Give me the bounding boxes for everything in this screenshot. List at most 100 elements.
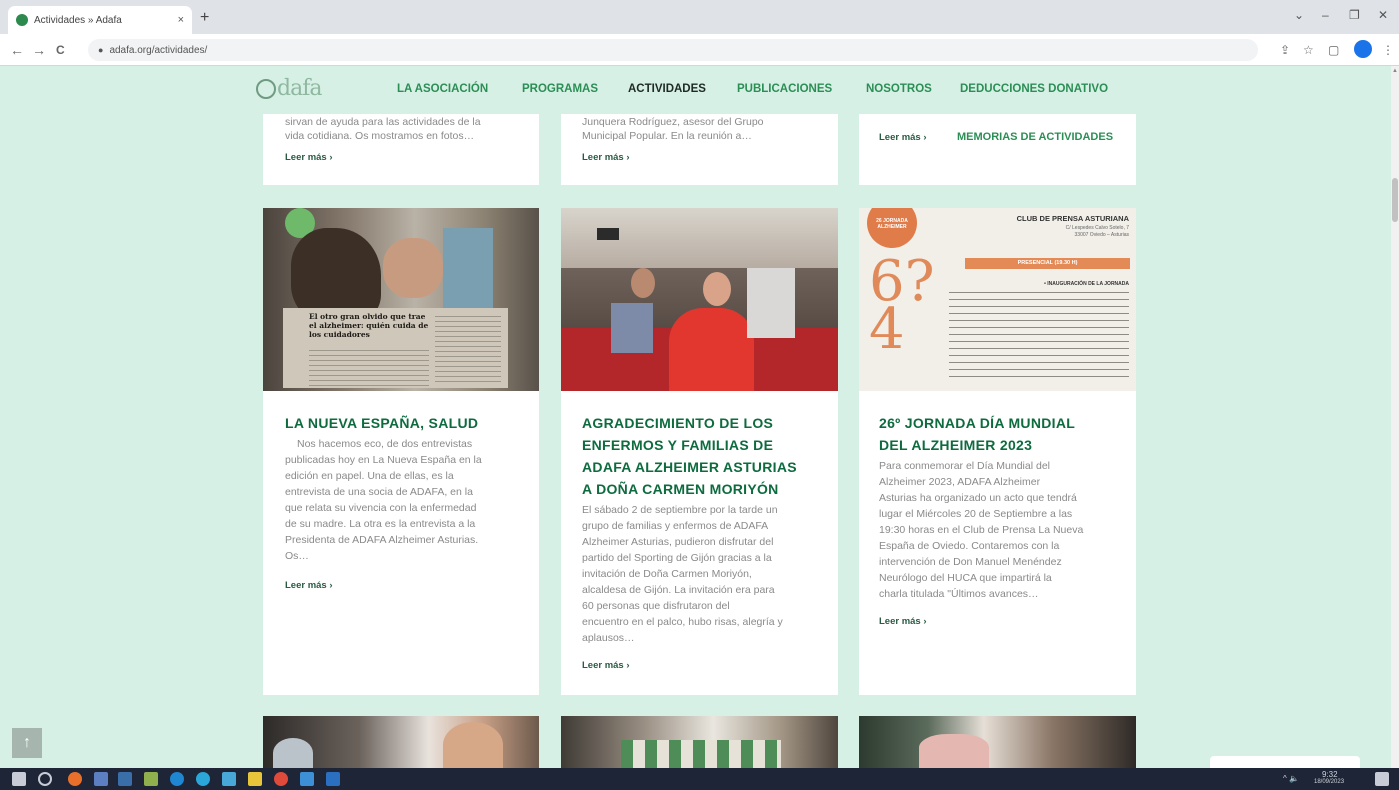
submenu-memorias-de-actividades[interactable]: MEMORIAS DE ACTIVIDADES xyxy=(957,131,1113,143)
share-icon[interactable]: ⇪ xyxy=(1280,43,1290,57)
excerpt-line: Presidenta de ADAFA Alzheimer Asturias. xyxy=(285,534,479,546)
maximize-button[interactable]: ❐ xyxy=(1349,8,1360,22)
internet-explorer-icon[interactable] xyxy=(170,772,184,786)
card-image-newspaper[interactable]: El otro gran olvido que trae el alzheime… xyxy=(263,208,539,391)
favicon-icon xyxy=(16,14,28,26)
card-top-1: sirvan de ayuda para las actividades de … xyxy=(263,114,539,185)
reload-button[interactable]: C xyxy=(56,43,65,57)
read-more-link[interactable]: Leer más › xyxy=(582,660,630,671)
card-agradecimiento: AGRADECIMIENTO DE LOS ENFERMOS Y FAMILIA… xyxy=(561,208,838,695)
tab-search-icon[interactable]: ⌄ xyxy=(1294,8,1304,22)
site-logo[interactable]: dafa xyxy=(256,76,322,101)
card-title-line[interactable]: A DOÑA CARMEN MORIYÓN xyxy=(582,478,797,500)
nav-nosotros[interactable]: NOSOTROS xyxy=(866,83,932,95)
excerpt-line: Asturias ha organizado un acto que tendr… xyxy=(879,492,1077,504)
read-more-link[interactable]: Leer más › xyxy=(582,152,630,163)
system-tray-icons[interactable]: ^ 🔈 xyxy=(1283,774,1299,783)
card-excerpt: Nos hacemos eco, de dos entrevistas publ… xyxy=(285,436,525,564)
card-image-bottom-2[interactable] xyxy=(561,716,838,768)
clock-time[interactable]: 9:32 xyxy=(1322,770,1338,779)
excerpt-line: invitación de Doña Carmen Moriyón, xyxy=(582,568,752,580)
nav-publicaciones[interactable]: PUBLICACIONES xyxy=(737,83,832,95)
read-more-link[interactable]: Leer más › xyxy=(285,580,333,591)
poster-section: • INAUGURACIÓN DE LA JORNADA xyxy=(1044,281,1129,287)
poster-venue: CLUB DE PRENSA ASTURIANA xyxy=(1016,214,1129,223)
close-window-button[interactable]: ✕ xyxy=(1378,8,1388,22)
card-26-jornada: 26 JORNADA ALZHEIMER 6? 4 CLUB DE PRENSA … xyxy=(859,208,1136,695)
poster-address-1: C/ Lespedes Calvo Sotelo, 7 xyxy=(1065,225,1129,231)
card-title-line[interactable]: ENFERMOS Y FAMILIAS DE xyxy=(582,434,797,456)
edge-icon[interactable] xyxy=(196,772,210,786)
excerpt-line: edición en papel. Una de ellas, es la xyxy=(285,470,454,482)
firefox-icon[interactable] xyxy=(68,772,82,786)
card-image-bottom-1[interactable] xyxy=(263,716,539,768)
nav-actividades[interactable]: ACTIVIDADES xyxy=(628,83,706,95)
excerpt-line: encuentro en el palco, hubo risas, alegr… xyxy=(582,616,783,628)
excerpt-line: El sábado 2 de septiembre por la tarde u… xyxy=(582,504,778,516)
card-excerpt: Para conmemorar el Día Mundial del Alzhe… xyxy=(879,458,1124,602)
new-tab-button[interactable]: + xyxy=(200,9,209,27)
poster-badge: 26 JORNADA ALZHEIMER xyxy=(867,208,917,248)
excerpt-line: intervención de Don Manuel Menéndez xyxy=(879,556,1062,568)
tab-title: Actividades » Adafa xyxy=(34,14,122,26)
excerpt-line: España de Oviedo. Contaremos con la xyxy=(879,540,1060,552)
card-title-line[interactable]: AGRADECIMIENTO DE LOS xyxy=(582,412,797,434)
excerpt-line: entrevista de una socia de ADAFA, en la xyxy=(285,486,473,498)
read-more-link[interactable]: Leer más › xyxy=(285,152,333,163)
newspaper-headline: El otro gran olvido que trae el alzheime… xyxy=(309,312,429,339)
excerpt-line: lugar el Miércoles 20 de Septiembre a la… xyxy=(879,508,1073,520)
back-button[interactable]: ← xyxy=(10,42,24,58)
excerpt-line: aplausos… xyxy=(582,632,635,644)
bookmark-star-icon[interactable]: ☆ xyxy=(1303,43,1314,57)
lock-icon: ● xyxy=(98,45,104,55)
tab-close-icon[interactable]: × xyxy=(178,14,184,26)
card-excerpt: El sábado 2 de septiembre por la tarde u… xyxy=(582,502,827,646)
app-icon[interactable] xyxy=(300,772,314,786)
excerpt-line: grupo de familias y enfermos de ADAFA xyxy=(582,520,769,532)
card-excerpt-line: Municipal Popular. En la reunión a… xyxy=(582,130,752,142)
clock-date[interactable]: 18/09/2023 xyxy=(1314,779,1344,785)
forward-button[interactable]: → xyxy=(32,42,46,58)
back-to-top-button[interactable]: ↑ xyxy=(12,728,42,758)
task-view-icon[interactable] xyxy=(94,772,108,786)
minimize-button[interactable]: – xyxy=(1322,8,1329,22)
card-image-bottom-3[interactable] xyxy=(859,716,1136,768)
notification-center-icon[interactable] xyxy=(1375,772,1389,786)
poster-band: PRESENCIAL (19.30 H) xyxy=(965,258,1130,269)
browser-menu-icon[interactable]: ⋮ xyxy=(1382,43,1394,57)
file-explorer-icon[interactable] xyxy=(144,772,158,786)
excerpt-line: Alzheimer 2023, ADAFA Alzheimer xyxy=(879,476,1041,488)
excerpt-line: de su madre. La otra es la entrevista a … xyxy=(285,518,476,530)
scrollbar-thumb[interactable] xyxy=(1392,178,1398,222)
windows-taskbar: ^ 🔈 9:32 18/09/2023 xyxy=(0,768,1399,790)
excerpt-line: Neurólogo del HUCA que impartirá la xyxy=(879,572,1052,584)
card-title-line[interactable]: DEL ALZHEIMER 2023 xyxy=(879,434,1075,456)
card-title-line[interactable]: ADAFA ALZHEIMER ASTURIAS xyxy=(582,456,797,478)
card-title[interactable]: LA NUEVA ESPAÑA, SALUD xyxy=(285,412,478,434)
browser-tab[interactable]: Actividades » Adafa × xyxy=(8,6,192,34)
excerpt-line: alcaldesa de Gijón. La invitación era pa… xyxy=(582,584,775,596)
search-icon[interactable] xyxy=(38,772,52,786)
logo-text: dafa xyxy=(277,76,322,101)
notes-icon[interactable] xyxy=(248,772,262,786)
nav-programas[interactable]: PROGRAMAS xyxy=(522,83,598,95)
scroll-up-arrow-icon[interactable]: ▲ xyxy=(1392,68,1398,74)
nav-deducciones-donativo[interactable]: DEDUCCIONES DONATIVO xyxy=(960,83,1108,95)
profile-avatar[interactable] xyxy=(1354,40,1372,58)
store-icon[interactable] xyxy=(222,772,236,786)
nav-la-asociacion[interactable]: LA ASOCIACIÓN xyxy=(397,83,488,95)
app-icon[interactable] xyxy=(118,772,132,786)
excerpt-line: que relata su vivencia con la enfermedad xyxy=(285,502,477,514)
read-more-link[interactable]: Leer más › xyxy=(879,616,927,627)
card-top-3: Leer más › xyxy=(859,114,1136,185)
chrome-icon[interactable] xyxy=(274,772,288,786)
read-more-link[interactable]: Leer más › xyxy=(879,132,927,143)
card-title-line[interactable]: 26º JORNADA DÍA MUNDIAL xyxy=(879,412,1075,434)
card-image-stadium-group[interactable] xyxy=(561,208,838,391)
side-panel-icon[interactable]: ▢ xyxy=(1328,43,1339,57)
page-scrollbar[interactable] xyxy=(1391,66,1399,768)
windows-start-icon[interactable] xyxy=(12,772,26,786)
word-icon[interactable] xyxy=(326,772,340,786)
address-bar[interactable]: ● adafa.org/actividades/ xyxy=(88,39,1258,61)
card-image-event-poster[interactable]: 26 JORNADA ALZHEIMER 6? 4 CLUB DE PRENSA … xyxy=(859,208,1136,391)
